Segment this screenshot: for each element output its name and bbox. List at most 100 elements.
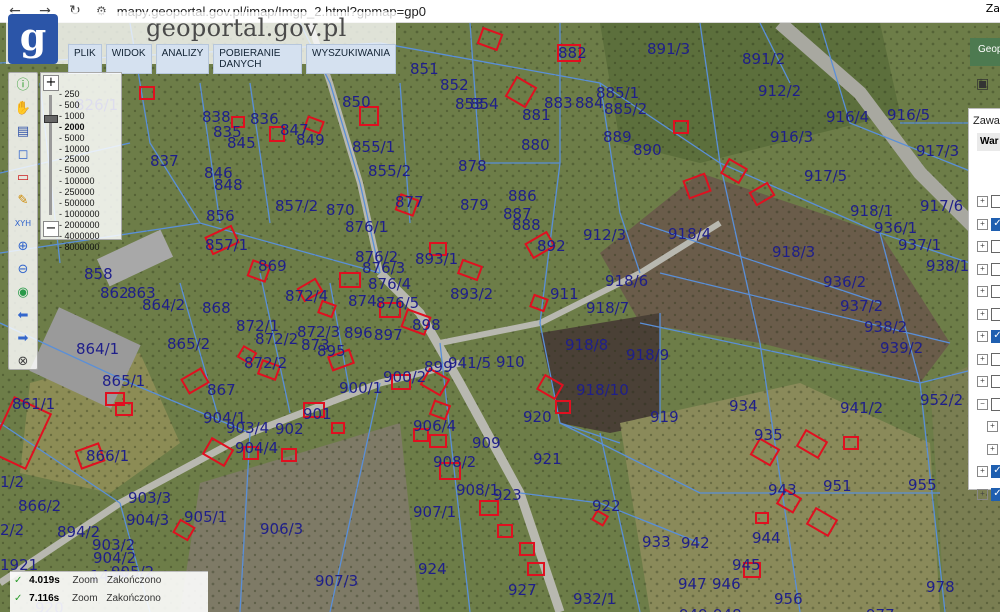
parcel-number-label[interactable]: 923 [493,486,522,504]
layer-checkbox[interactable]: ✓ [991,330,1000,343]
parcel-number-label[interactable]: 865/1 [102,372,145,390]
scale-option[interactable]: - 250 [59,89,100,100]
parcel-number-label[interactable]: 867 [207,381,236,399]
expand-plus-icon[interactable]: + [987,443,998,455]
parcel-number-label[interactable]: 866/2 [18,497,61,515]
parcel-number-label[interactable]: 951 [823,477,852,495]
parcel-number-label[interactable]: 896 [344,324,373,342]
parcel-number-label[interactable]: 939/2 [880,339,923,357]
scale-option[interactable]: - 50000 [59,165,100,176]
parcel-number-label[interactable]: 956 [774,590,803,608]
parcel-number-label[interactable]: 903/3 [128,489,171,507]
parcel-number-label[interactable]: 869 [258,257,287,275]
menu-plik[interactable]: PLIK [68,44,102,74]
pencil-icon[interactable]: ✎ [13,191,33,211]
parcel-number-label[interactable]: 907/1 [413,503,456,521]
parcel-number-label[interactable]: 868 [202,299,231,317]
parcel-number-label[interactable]: 912/2 [758,82,801,100]
parcel-number-label[interactable]: 937/2 [840,297,883,315]
parcel-number-label[interactable]: 916/4 [826,108,869,126]
scale-option[interactable]: - 25000 [59,154,100,165]
parcel-number-label[interactable]: 876/4 [368,275,411,293]
layer-checkbox[interactable]: ✓ [991,465,1000,478]
scale-option[interactable]: - 500000 [59,198,100,209]
scale-option[interactable]: - 4000000 [59,231,100,242]
measure-icon[interactable]: ⊗ [13,352,33,372]
parcel-number-label[interactable]: 904/4 [235,439,278,457]
parcel-number-label[interactable]: 879 [460,196,489,214]
parcel-number-label[interactable]: 872/2 [244,354,287,372]
parcel-number-label[interactable]: 890 [633,141,662,159]
parcel-number-label[interactable]: 880 [521,136,550,154]
parcel-number-label[interactable]: 917/6 [920,197,963,215]
parcel-number-label[interactable]: 903/4 [226,419,269,437]
parcel-number-label[interactable]: 836 [250,110,279,128]
zoom-plus-button[interactable]: + [43,75,59,91]
layer-checkbox[interactable] [991,240,1000,253]
parcel-number-label[interactable]: 937/1 [898,236,941,254]
layer-checkbox[interactable] [991,195,1000,208]
parcel-number-label[interactable]: 955 [908,476,937,494]
collapse-minus-icon[interactable]: − [977,398,988,410]
parcel-number-label[interactable]: 866/1 [86,447,129,465]
parcel-number-label[interactable]: 870 [326,201,355,219]
parcel-number-label[interactable]: 858 [84,265,113,283]
parcel-number-label[interactable]: 943 [768,481,797,499]
parcel-number-label[interactable]: 862 [100,284,129,302]
parcel-number-label[interactable]: 922 [592,497,621,515]
parcel-number-label[interactable]: 848 [214,176,243,194]
expand-plus-icon[interactable]: + [987,421,998,432]
scale-option[interactable]: - 5000 [59,133,100,144]
legend-icon[interactable]: ▤ [13,122,33,142]
parcel-number-label[interactable]: 944 [752,529,781,547]
menu-widok[interactable]: WIDOK [105,44,152,74]
parcel-number-label[interactable]: 877 [395,193,424,211]
parcel-number-label[interactable]: 849 [296,131,325,149]
parcel-number-label[interactable]: 889 [603,128,632,146]
parcel-number-label[interactable]: 864/2 [142,296,185,314]
scale-option[interactable]: - 1000000 [59,209,100,220]
parcel-number-label[interactable]: 917/3 [916,142,959,160]
parcel-number-label[interactable]: 893/2 [450,285,493,303]
parcel-number-label[interactable]: 837 [150,152,179,170]
parcel-number-label[interactable]: 893/1 [415,250,458,268]
previous-view-icon[interactable]: ⬅ [13,306,33,326]
parcel-number-label[interactable]: 901 [303,405,332,423]
layer-checkbox[interactable] [991,285,1000,298]
parcel-number-label[interactable]: 886 [508,187,537,205]
next-view-icon[interactable]: ➡ [13,329,33,349]
parcel-number-label[interactable]: 857/1 [205,236,248,254]
parcel-number-label[interactable]: 948 [713,606,742,612]
xyh-coordinates-icon[interactable]: XYH [13,214,33,234]
parcel-number-label[interactable]: 892 [537,237,566,255]
parcel-number-label[interactable]: 941/2 [840,399,883,417]
parcel-number-label[interactable]: 888 [512,216,541,234]
scale-option[interactable]: - 1000 [59,111,100,122]
parcel-number-label[interactable]: 938/1 [926,257,969,275]
parcel-number-label[interactable]: 935 [754,426,783,444]
parcel-number-label[interactable]: 872/4 [285,287,328,305]
layer-checkbox[interactable]: ✓ [991,217,1000,231]
zoom-in-icon[interactable]: ⊕ [13,237,33,257]
parcel-number-label[interactable]: 900/1 [339,379,382,397]
parcel-number-label[interactable]: 918/4 [668,225,711,243]
parcel-number-label[interactable]: 850 [342,93,371,111]
geoportal-logo[interactable]: g [8,14,58,64]
map-canvas[interactable]: 826/1838835836847845849837846848856857/2… [0,23,1000,612]
parcel-number-label[interactable]: 855/1 [352,138,395,156]
parcel-number-label[interactable]: 945 [732,556,761,574]
parcel-number-label[interactable]: 918/9 [626,346,669,364]
parcel-number-label[interactable]: 885/2 [604,100,647,118]
zoom-minus-button[interactable]: − [43,221,59,237]
parcel-number-label[interactable]: 891/2 [742,50,785,68]
pan-hand-icon[interactable]: ✋ [13,99,33,119]
parcel-number-label[interactable]: 918/3 [772,243,815,261]
expand-plus-icon[interactable]: + [977,218,988,230]
parcel-number-label[interactable]: 856 [206,207,235,225]
scale-option[interactable]: - 500 [59,100,100,111]
parcel-number-label[interactable]: 1/2 [0,473,24,491]
layer-checkbox[interactable]: ✓ [991,487,1000,501]
parcel-number-label[interactable]: 918/7 [586,299,629,317]
parcel-number-label[interactable]: 936/2 [823,273,866,291]
parcel-number-label[interactable]: 861/1 [12,395,55,413]
